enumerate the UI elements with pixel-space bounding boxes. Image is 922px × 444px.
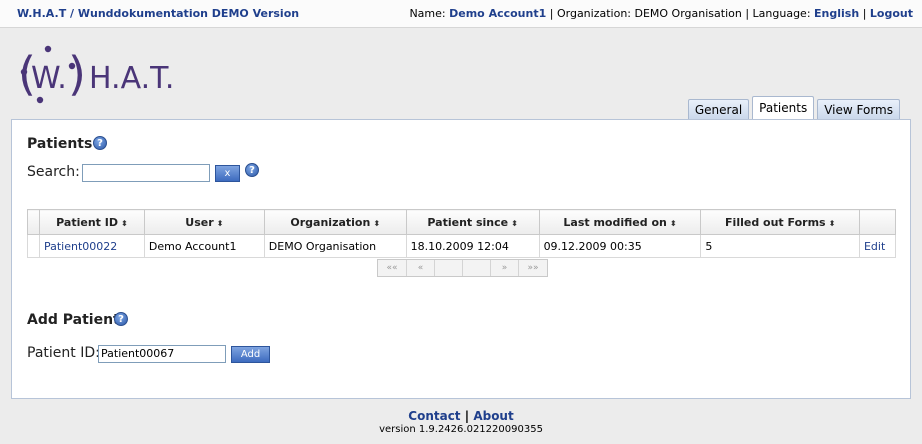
first-page-button[interactable]: «« bbox=[378, 260, 407, 276]
column-header-label: Patient ID bbox=[56, 215, 118, 229]
table-header-row: Patient ID ⬍ User ⬍ Organization ⬍ Patient … bbox=[27, 209, 897, 235]
prev-page-button[interactable]: « bbox=[407, 260, 435, 276]
logo-dot-right bbox=[68, 62, 76, 70]
column-header-label: Filled out Forms bbox=[725, 215, 826, 229]
patients-heading: Patients bbox=[27, 136, 93, 152]
logout-link[interactable]: Logout bbox=[870, 7, 913, 20]
logo-dot-left bbox=[20, 68, 28, 76]
patient-since-cell: 18.10.2009 12:04 bbox=[405, 234, 540, 258]
pagination: «« « » »» bbox=[377, 259, 548, 277]
action-cell: Edit bbox=[858, 234, 897, 258]
separator: | bbox=[862, 7, 867, 20]
tab-view-forms[interactable]: View Forms bbox=[817, 99, 900, 120]
sort-icon: ⬍ bbox=[216, 218, 224, 228]
column-header-patient-since[interactable]: Patient since ⬍ bbox=[405, 209, 540, 235]
column-header-label: Organization bbox=[290, 215, 371, 229]
about-link[interactable]: About bbox=[473, 409, 513, 423]
sort-icon: ⬍ bbox=[828, 218, 836, 228]
column-header-last-modified[interactable]: Last modified on ⬍ bbox=[538, 209, 702, 235]
footer-links: Contact | About bbox=[0, 409, 922, 423]
sort-icon: ⬍ bbox=[373, 218, 381, 228]
last-modified-cell: 09.12.2009 00:35 bbox=[538, 234, 702, 258]
tab-bar: General Patients View Forms bbox=[687, 96, 900, 120]
search-input[interactable] bbox=[82, 164, 210, 182]
user-cell: Demo Account1 bbox=[143, 234, 265, 258]
column-header-organization[interactable]: Organization ⬍ bbox=[263, 209, 407, 235]
column-header-label: User bbox=[185, 215, 214, 229]
page-slot bbox=[463, 260, 491, 276]
main-panel: Patients ? Search: x ? Patient ID ⬍ User ⬍… bbox=[11, 119, 911, 399]
search-label: Search: bbox=[27, 164, 80, 180]
logo-text: H.A.T. bbox=[89, 61, 174, 96]
next-page-button[interactable]: » bbox=[491, 260, 519, 276]
help-icon[interactable]: ? bbox=[93, 136, 107, 150]
patient-id-input[interactable]: Patient00067 bbox=[98, 345, 226, 363]
user-info: Name: Demo Account1 | Organization: DEMO… bbox=[409, 7, 913, 20]
edit-link[interactable]: Edit bbox=[864, 240, 885, 253]
page-slot bbox=[435, 260, 463, 276]
logo-dot-bottom bbox=[36, 96, 44, 104]
footer-separator: | bbox=[464, 409, 470, 423]
patients-table: Patient ID ⬍ User ⬍ Organization ⬍ Patient … bbox=[27, 209, 897, 258]
tab-general[interactable]: General bbox=[687, 99, 750, 120]
logo-w: W. bbox=[31, 61, 67, 96]
logo-dot-top bbox=[44, 45, 52, 53]
organization-language-label: | Organization: DEMO Organisation | Lang… bbox=[549, 7, 811, 20]
select-column-header bbox=[27, 209, 40, 235]
column-header-filled-forms[interactable]: Filled out Forms ⬍ bbox=[700, 209, 860, 235]
last-page-button[interactable]: »» bbox=[519, 260, 547, 276]
forms-count-cell: 5 bbox=[700, 234, 860, 258]
column-header-user[interactable]: User ⬍ bbox=[143, 209, 265, 235]
row-select-cell[interactable] bbox=[27, 234, 40, 258]
top-bar: W.H.A.T / Wunddokumentation DEMO Version… bbox=[0, 0, 922, 28]
table-row[interactable]: Patient00022 Demo Account1 DEMO Organisa… bbox=[27, 234, 897, 258]
patient-id-label: Patient ID: bbox=[27, 345, 100, 361]
language-link[interactable]: English bbox=[814, 7, 859, 20]
logo-close-paren: ) bbox=[68, 47, 86, 101]
contact-link[interactable]: Contact bbox=[408, 409, 460, 423]
add-patient-heading: Add Patient bbox=[27, 312, 120, 328]
sort-icon: ⬍ bbox=[669, 218, 677, 228]
action-column-header bbox=[858, 209, 897, 235]
sort-icon: ⬍ bbox=[120, 218, 128, 228]
patient-id-cell[interactable]: Patient00022 bbox=[38, 234, 145, 258]
tab-patients[interactable]: Patients bbox=[752, 96, 815, 120]
clear-search-button[interactable]: x bbox=[215, 165, 240, 182]
what-logo: ( W. ) H.A.T. bbox=[18, 45, 174, 104]
add-patient-button[interactable]: Add bbox=[231, 346, 270, 363]
app-title-link[interactable]: W.H.A.T / Wunddokumentation DEMO Version bbox=[17, 7, 299, 20]
search-help-icon[interactable]: ? bbox=[245, 163, 259, 177]
name-label: Name: bbox=[409, 7, 446, 20]
column-header-label: Last modified on bbox=[563, 215, 667, 229]
organization-cell: DEMO Organisation bbox=[263, 234, 407, 258]
user-name-link[interactable]: Demo Account1 bbox=[449, 7, 546, 20]
column-header-patient-id[interactable]: Patient ID ⬍ bbox=[38, 209, 145, 235]
add-patient-help-icon[interactable]: ? bbox=[114, 312, 128, 326]
patient-id-link[interactable]: Patient00022 bbox=[44, 240, 117, 253]
footer: Contact | About version 1.9.2426.0212200… bbox=[0, 409, 922, 435]
sort-icon: ⬍ bbox=[511, 218, 518, 228]
version-text: version 1.9.2426.021220090355 bbox=[379, 424, 543, 435]
column-header-label: Patient since bbox=[427, 215, 509, 229]
